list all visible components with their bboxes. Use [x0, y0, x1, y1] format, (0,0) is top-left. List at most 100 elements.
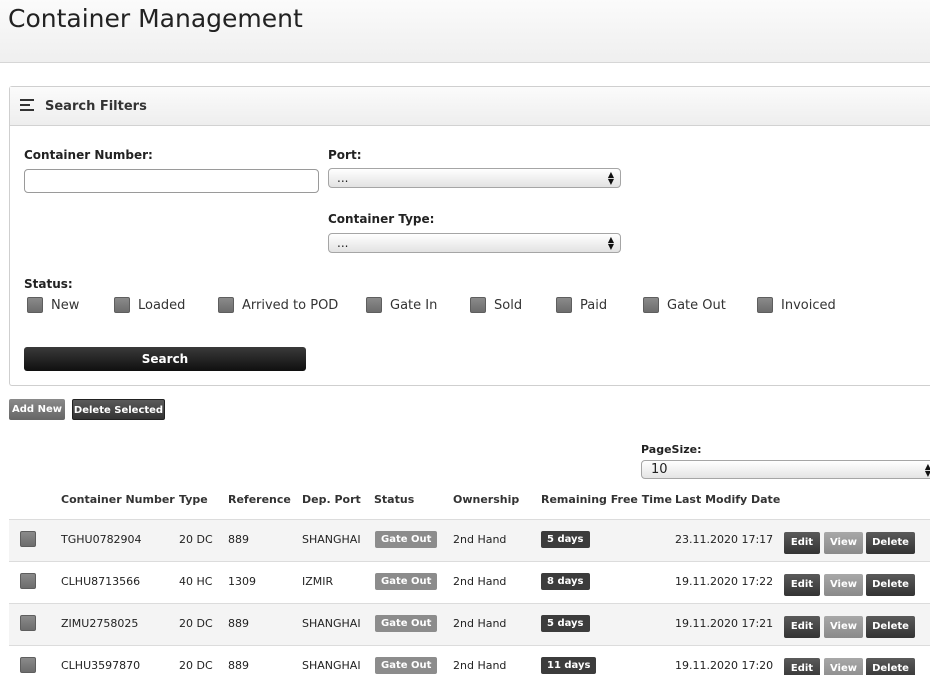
edit-button[interactable]: Edit	[784, 658, 820, 675]
free-time-badge: 8 days	[541, 573, 590, 590]
container-type-select-value: ...	[337, 236, 349, 250]
column-header-ownership[interactable]: Ownership	[453, 493, 519, 506]
status-option-label: Arrived to POD	[242, 297, 339, 313]
status-badge: Gate Out	[375, 531, 438, 548]
column-header-last-modify-date[interactable]: Last Modify Date	[675, 493, 780, 506]
cell-reference: 889	[228, 659, 249, 672]
status-option-label: Loaded	[138, 297, 186, 313]
checkbox[interactable]	[114, 297, 130, 313]
table-row: ZIMU2758025 20 DC 889 SHANGHAI Gate Out …	[9, 603, 930, 645]
view-button[interactable]: View	[824, 532, 863, 554]
cell-last-modify-date: 19.11.2020 17:20	[675, 659, 774, 672]
cell-reference: 1309	[228, 575, 256, 588]
status-label: Status:	[24, 277, 73, 291]
status-checkbox-sold[interactable]: Sold	[470, 297, 522, 313]
row-checkbox[interactable]	[20, 573, 36, 589]
port-select[interactable]: ... ▲ ▼	[328, 168, 621, 188]
delete-button[interactable]: Delete	[866, 574, 915, 596]
status-checkbox-new[interactable]: New	[27, 297, 79, 313]
cell-dep-port: SHANGHAI	[302, 617, 361, 630]
edit-button[interactable]: Edit	[784, 532, 820, 554]
checkbox[interactable]	[643, 297, 659, 313]
container-type-select[interactable]: ... ▲ ▼	[328, 233, 621, 253]
column-header-remaining-free-time[interactable]: Remaining Free Time	[541, 493, 672, 506]
column-header-type[interactable]: Type	[179, 493, 208, 506]
status-option-label: Invoiced	[781, 297, 836, 313]
status-option-label: Sold	[494, 297, 523, 313]
list-icon	[20, 99, 36, 113]
delete-button[interactable]: Delete	[866, 532, 915, 554]
container-type-label: Container Type:	[328, 212, 435, 226]
view-button[interactable]: View	[824, 574, 863, 596]
status-checkbox-invoiced[interactable]: Invoiced	[757, 297, 836, 313]
view-button[interactable]: View	[824, 658, 863, 675]
cell-last-modify-date: 19.11.2020 17:22	[675, 575, 774, 588]
delete-button[interactable]: Delete	[866, 616, 915, 638]
row-checkbox[interactable]	[20, 615, 36, 631]
port-label: Port:	[328, 148, 362, 162]
cell-last-modify-date: 19.11.2020 17:21	[675, 617, 774, 630]
page-header: Container Management	[0, 0, 930, 63]
cell-ownership: 2nd Hand	[453, 659, 507, 672]
container-number-label: Container Number:	[24, 148, 153, 162]
status-option-label: Paid	[580, 297, 608, 313]
checkbox[interactable]	[27, 297, 43, 313]
cell-last-modify-date: 23.11.2020 17:17	[675, 533, 774, 546]
select-arrows-icon: ▲ ▼	[924, 462, 930, 478]
add-new-button[interactable]: Add New	[9, 399, 65, 420]
cell-dep-port: SHANGHAI	[302, 659, 361, 672]
status-checkbox-paid[interactable]: Paid	[556, 297, 607, 313]
status-badge: Gate Out	[375, 657, 438, 674]
free-time-badge: 5 days	[541, 615, 590, 632]
page-title: Container Management	[8, 4, 303, 33]
cell-type: 20 DC	[179, 617, 213, 630]
delete-button[interactable]: Delete	[866, 658, 915, 675]
container-number-input[interactable]	[24, 169, 319, 193]
table-row: CLHU8713566 40 HC 1309 IZMIR Gate Out 2n…	[9, 561, 930, 603]
column-header-dep-port[interactable]: Dep. Port	[302, 493, 361, 506]
column-header-reference[interactable]: Reference	[228, 493, 291, 506]
cell-ownership: 2nd Hand	[453, 617, 507, 630]
search-filters-header[interactable]: Search Filters	[10, 87, 930, 126]
table-row: TGHU0782904 20 DC 889 SHANGHAI Gate Out …	[9, 519, 930, 561]
search-filters-panel: Search Filters Container Number: Port: .…	[9, 86, 930, 386]
column-header-container-number[interactable]: Container Number	[61, 493, 175, 506]
pagesize-value: 10	[651, 462, 668, 477]
status-checkbox-loaded[interactable]: Loaded	[114, 297, 185, 313]
checkbox[interactable]	[470, 297, 486, 313]
cell-ownership: 2nd Hand	[453, 533, 507, 546]
table-row: CLHU3597870 20 DC 889 SHANGHAI Gate Out …	[9, 645, 930, 675]
checkbox[interactable]	[366, 297, 382, 313]
port-select-value: ...	[337, 171, 349, 185]
cell-reference: 889	[228, 617, 249, 630]
select-arrows-icon: ▲ ▼	[607, 170, 614, 186]
cell-container-number: ZIMU2758025	[61, 617, 139, 630]
cell-ownership: 2nd Hand	[453, 575, 507, 588]
delete-selected-button[interactable]: Delete Selected	[72, 399, 165, 420]
status-option-label: New	[51, 297, 80, 313]
edit-button[interactable]: Edit	[784, 616, 820, 638]
checkbox[interactable]	[218, 297, 234, 313]
cell-container-number: CLHU3597870	[61, 659, 141, 672]
select-arrows-icon: ▲ ▼	[607, 235, 614, 251]
search-filters-title: Search Filters	[45, 99, 147, 114]
checkbox[interactable]	[556, 297, 572, 313]
cell-dep-port: IZMIR	[302, 575, 334, 588]
cell-type: 20 DC	[179, 533, 213, 546]
column-header-status[interactable]: Status	[374, 493, 414, 506]
status-badge: Gate Out	[375, 573, 438, 590]
free-time-badge: 5 days	[541, 531, 590, 548]
edit-button[interactable]: Edit	[784, 574, 820, 596]
status-checkbox-arrived-to-pod[interactable]: Arrived to POD	[218, 297, 338, 313]
view-button[interactable]: View	[824, 616, 863, 638]
checkbox[interactable]	[757, 297, 773, 313]
pagesize-select[interactable]: 10 ▲ ▼	[641, 460, 930, 479]
cell-type: 40 HC	[179, 575, 213, 588]
search-button[interactable]: Search	[24, 347, 306, 371]
row-checkbox[interactable]	[20, 657, 36, 673]
status-badge: Gate Out	[375, 615, 438, 632]
status-checkbox-gate-out[interactable]: Gate Out	[643, 297, 726, 313]
status-checkbox-gate-in[interactable]: Gate In	[366, 297, 437, 313]
cell-type: 20 DC	[179, 659, 213, 672]
row-checkbox[interactable]	[20, 531, 36, 547]
